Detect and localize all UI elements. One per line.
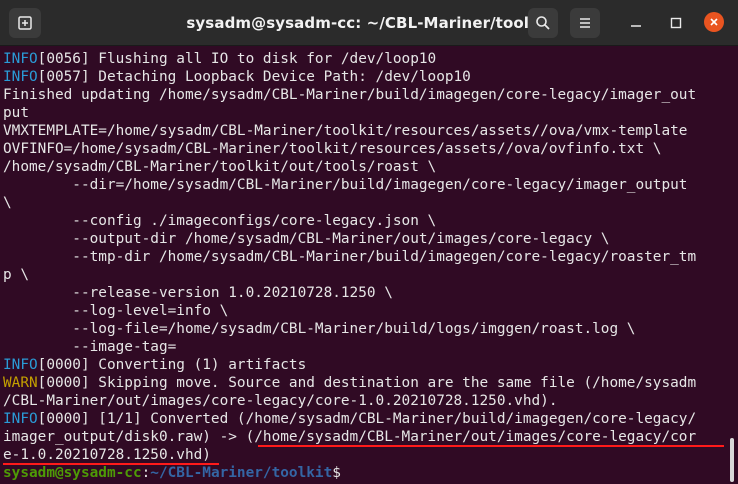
terminal-line: e-1.0.20210728.1250.vhd) xyxy=(3,447,211,463)
prompt-symbol: $ xyxy=(332,465,341,481)
title-bar: sysadm@sysadm-cc: ~/CBL-Mariner/toolkit xyxy=(0,0,738,46)
close-icon xyxy=(710,18,718,26)
log-level-info: INFO xyxy=(3,51,38,67)
terminal-line: --output-dir /home/sysadm/CBL-Mariner/ou… xyxy=(3,231,610,247)
terminal-line: INFO[0000] Converting (1) artifacts xyxy=(3,356,306,374)
search-button[interactable] xyxy=(528,8,558,38)
prompt-separator: : xyxy=(141,465,151,481)
log-level-info: INFO xyxy=(3,357,38,373)
terminal-line: INFO[0000] [1/1] Converted (/home/sysadm… xyxy=(3,410,696,428)
shell-prompt: sysadm@sysadm-cc:~/CBL-Mariner/toolkit$ xyxy=(3,464,341,482)
terminal-output[interactable]: INFO[0056] Flushing all IO to disk for /… xyxy=(0,46,726,484)
log-message: [0000] Skipping move. Source and destina… xyxy=(37,375,697,391)
terminal-line: \ xyxy=(3,195,12,211)
terminal-line: put xyxy=(3,105,29,121)
terminal-line: OVFINFO=/home/sysadm/CBL-Mariner/toolkit… xyxy=(3,141,662,157)
minimize-button[interactable] xyxy=(627,14,645,32)
terminal-line: /home/sysadm/CBL-Mariner/toolkit/out/too… xyxy=(3,159,437,175)
highlight-underline xyxy=(258,445,724,447)
close-button[interactable] xyxy=(704,12,724,32)
hamburger-menu-icon xyxy=(580,18,590,28)
terminal-line: Finished updating /home/sysadm/CBL-Marin… xyxy=(3,87,697,103)
terminal-line: VMXTEMPLATE=/home/sysadm/CBL-Mariner/too… xyxy=(3,123,688,139)
terminal-line: --tmp-dir /home/sysadm/CBL-Mariner/build… xyxy=(3,249,697,265)
terminal-line: INFO[0057] Detaching Loopback Device Pat… xyxy=(3,68,471,86)
terminal-line: --log-file=/home/sysadm/CBL-Mariner/buil… xyxy=(3,321,636,337)
log-message: [0056] Flushing all IO to disk for /dev/… xyxy=(37,51,437,67)
log-message: [0000] Converting (1) artifacts xyxy=(37,357,307,373)
maximize-icon xyxy=(670,17,682,29)
log-level-info: INFO xyxy=(3,69,38,85)
maximize-button[interactable] xyxy=(667,14,685,32)
terminal-window: sysadm@sysadm-cc: ~/CBL-Mariner/toolkit xyxy=(0,0,738,484)
prompt-path: ~/CBL-Mariner/toolkit xyxy=(150,465,333,481)
log-message: [0057] Detaching Loopback Device Path: /… xyxy=(37,69,471,85)
terminal-line: p \ xyxy=(3,267,29,283)
scrollbar-thumb[interactable] xyxy=(730,438,734,482)
log-level-info: INFO xyxy=(3,411,38,427)
terminal-line: INFO[0056] Flushing all IO to disk for /… xyxy=(3,50,436,68)
terminal-line: WARN[0000] Skipping move. Source and des… xyxy=(3,374,696,392)
highlight-underline xyxy=(3,463,219,465)
terminal-line: imager_output/disk0.raw) -> (/home/sysad… xyxy=(3,429,697,445)
scrollbar[interactable] xyxy=(727,46,738,484)
log-message: [0000] [1/1] Converted (/home/sysadm/CBL… xyxy=(37,411,697,427)
terminal-line: --log-level=info \ xyxy=(3,303,229,319)
prompt-user-host: sysadm@sysadm-cc xyxy=(3,465,142,481)
terminal-line: --image-tag= xyxy=(3,339,177,355)
terminal-line: /CBL-Mariner/out/images/core-legacy/core… xyxy=(3,393,558,409)
menu-button[interactable] xyxy=(570,8,600,38)
terminal-line: --release-version 1.0.20210728.1250 \ xyxy=(3,285,393,301)
search-icon xyxy=(536,16,550,30)
log-level-warn: WARN xyxy=(3,375,38,391)
terminal-line: --dir=/home/sysadm/CBL-Mariner/build/ima… xyxy=(3,177,688,193)
terminal-line: --config ./imageconfigs/core-legacy.json… xyxy=(3,213,437,229)
minimize-icon xyxy=(631,25,641,27)
